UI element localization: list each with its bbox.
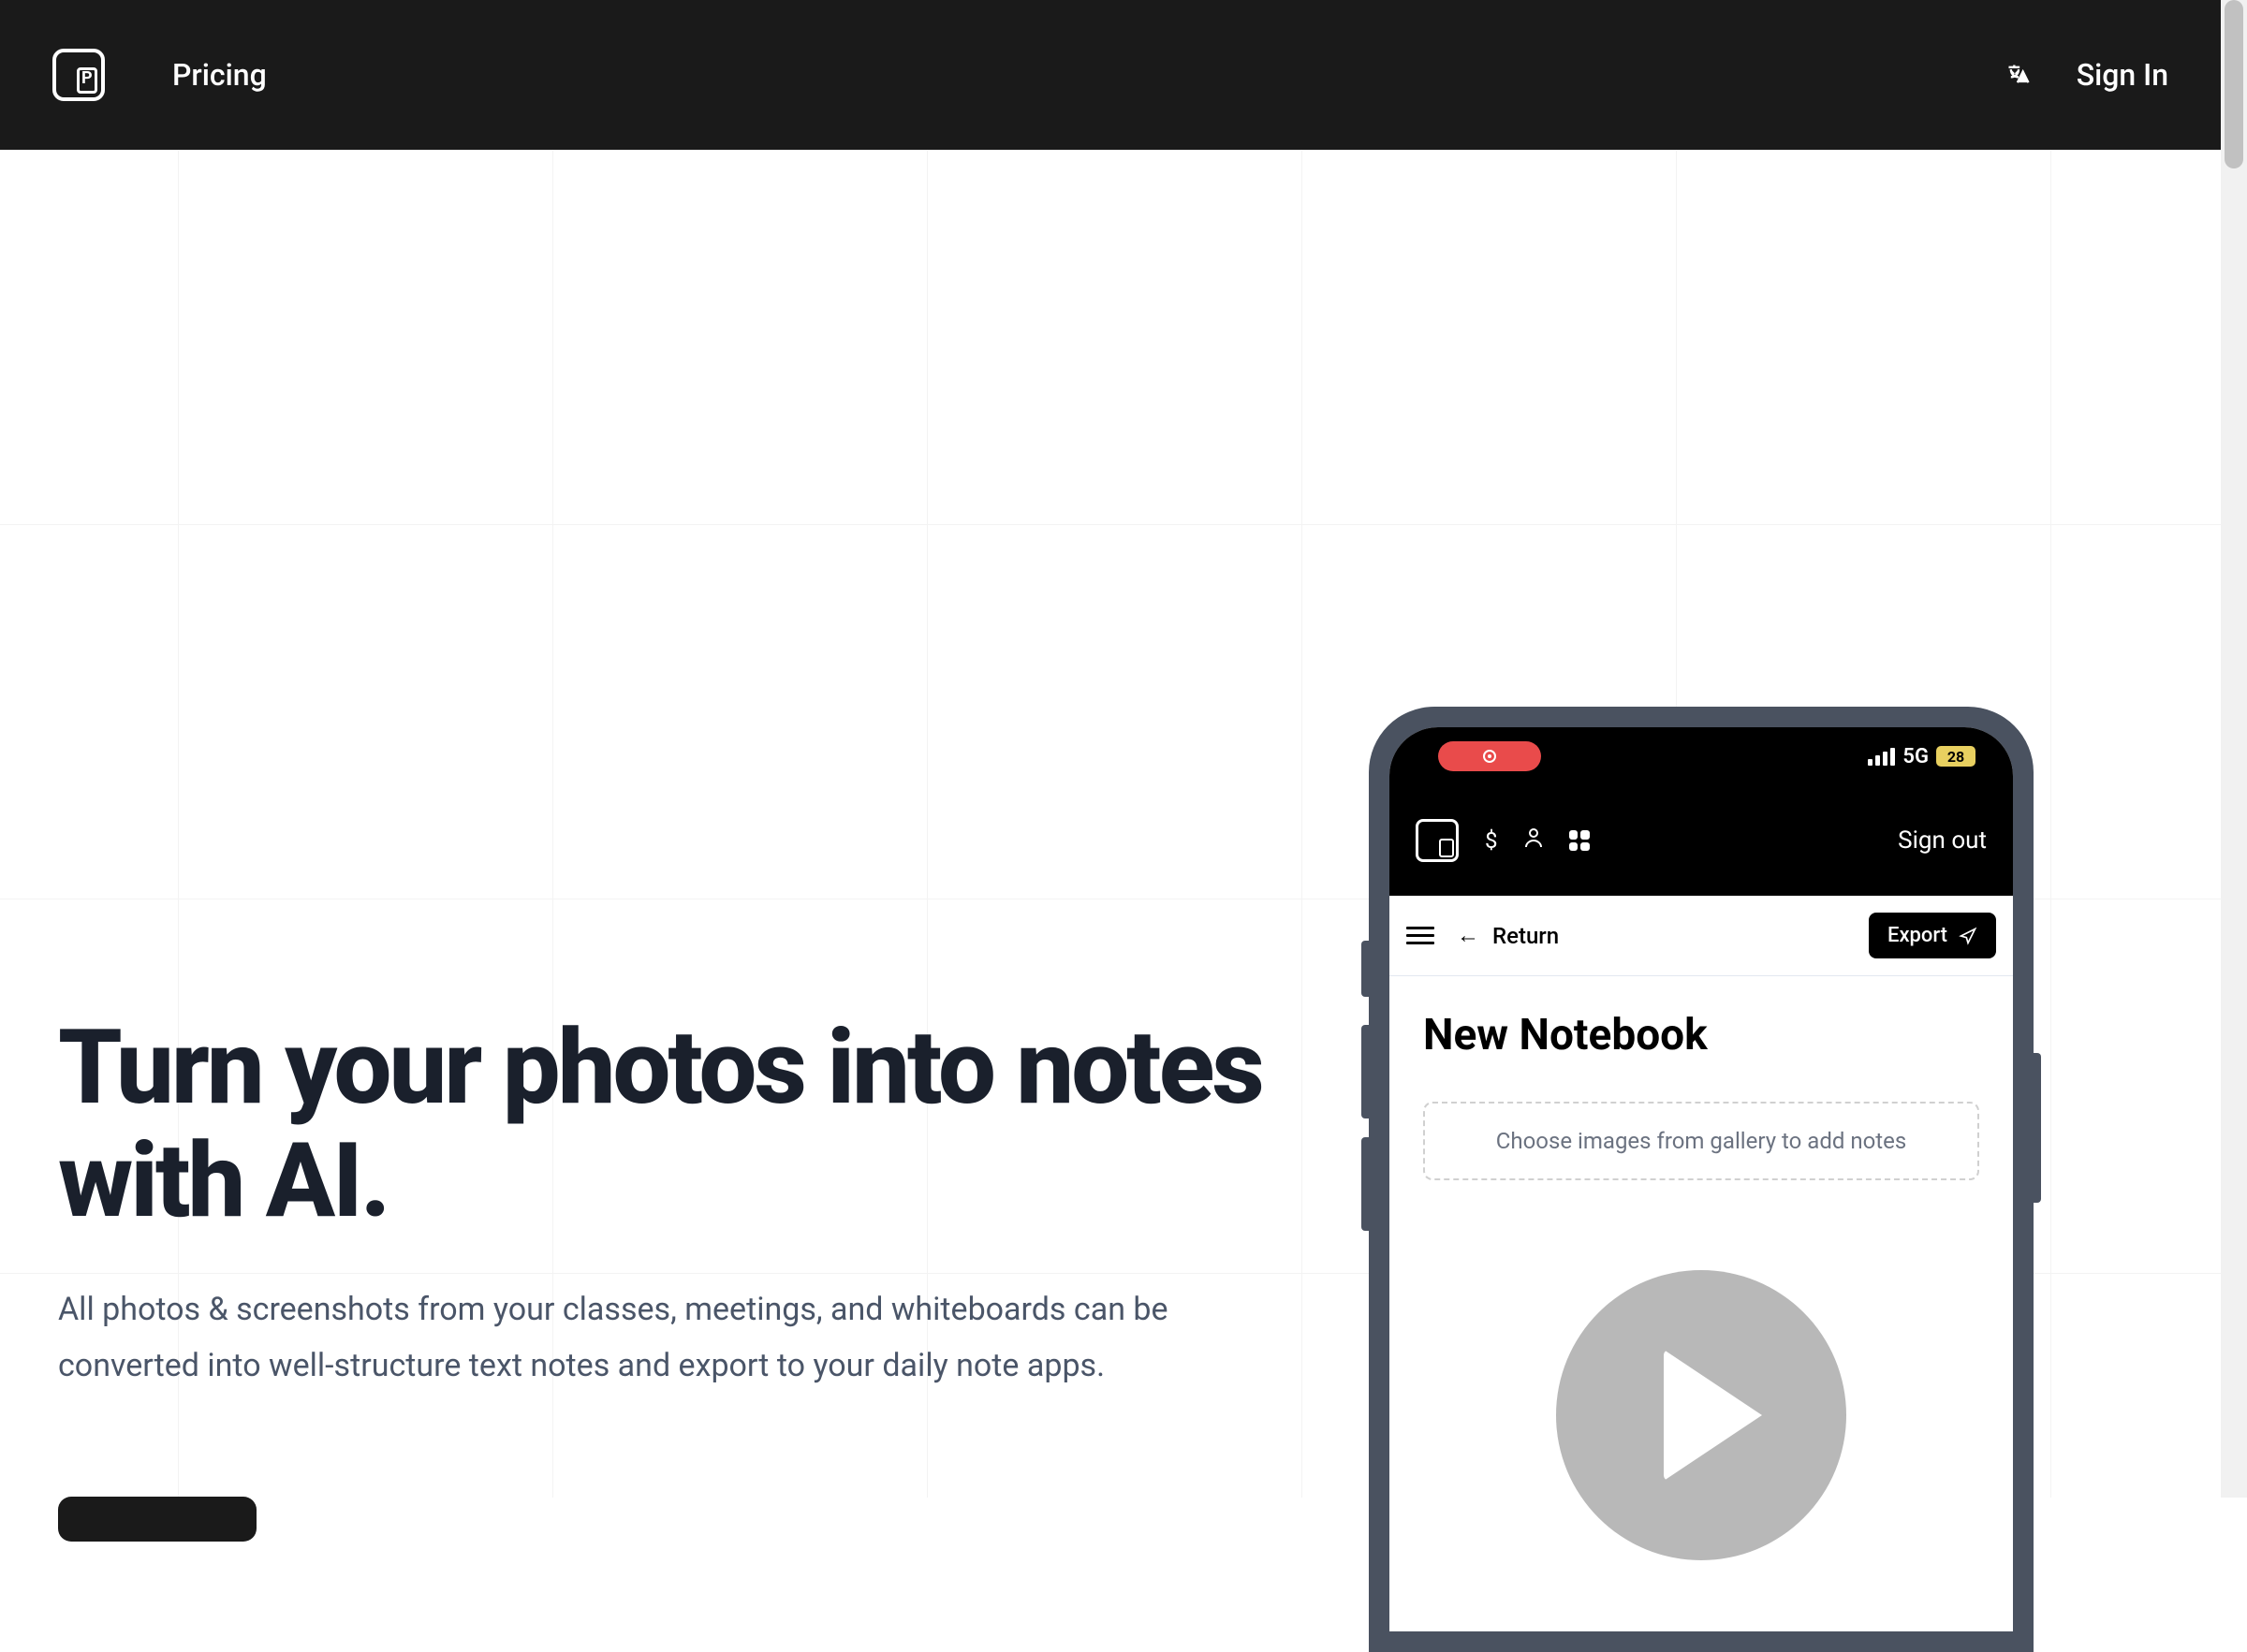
- play-icon: [1664, 1350, 1762, 1481]
- user-icon[interactable]: [1524, 827, 1543, 854]
- logo[interactable]: [52, 49, 105, 101]
- signal-icon: [1868, 748, 1895, 766]
- status-left: [1438, 741, 1541, 771]
- image-picker-label: Choose images from gallery to add notes: [1496, 1128, 1907, 1154]
- phone-mockup: 5G 28 $: [1369, 707, 2034, 1652]
- play-button[interactable]: [1556, 1270, 1846, 1560]
- send-icon: [1959, 927, 1977, 945]
- hero-content: Turn your photos into notes with AI. All…: [0, 150, 1358, 1498]
- main-header: Pricing Sign In: [0, 0, 2221, 150]
- record-icon: [1483, 750, 1496, 763]
- network-label: 5G: [1902, 745, 1929, 768]
- header-right: Sign In: [2005, 57, 2168, 93]
- status-right: 5G 28: [1868, 745, 1975, 768]
- phone-button-silent: [1361, 941, 1369, 997]
- return-label: Return: [1492, 923, 1559, 949]
- app-header-left: $: [1416, 819, 1590, 862]
- phone-frame: 5G 28 $: [1369, 707, 2034, 1652]
- phone-button-volume-down: [1361, 1137, 1369, 1231]
- hero-subtitle: All photos & screenshots from your class…: [58, 1282, 1294, 1394]
- signin-link[interactable]: Sign In: [2077, 57, 2168, 93]
- apps-grid-icon[interactable]: [1569, 830, 1590, 851]
- phone-button-power: [2034, 1053, 2041, 1203]
- signout-link[interactable]: Sign out: [1898, 826, 1987, 855]
- recording-indicator: [1438, 741, 1541, 771]
- app-header: $ Sign out: [1389, 785, 2013, 896]
- return-button[interactable]: ← Return: [1457, 922, 1559, 949]
- export-button[interactable]: Export: [1869, 913, 1996, 958]
- phone-screen: 5G 28 $: [1389, 727, 2013, 1631]
- pricing-link[interactable]: Pricing: [172, 57, 267, 93]
- dollar-icon[interactable]: $: [1485, 827, 1498, 854]
- app-toolbar: ← Return Export: [1389, 896, 2013, 976]
- header-left: Pricing: [52, 49, 267, 101]
- battery-icon: 28: [1936, 746, 1975, 767]
- arrow-left-icon: ←: [1457, 922, 1479, 949]
- battery-level: 28: [1947, 748, 1964, 766]
- menu-icon[interactable]: [1406, 927, 1434, 944]
- status-bar: 5G 28: [1389, 727, 2013, 785]
- hero-title: Turn your photos into notes with AI.: [58, 1011, 1358, 1237]
- phone-button-volume-up: [1361, 1025, 1369, 1118]
- vertical-scrollbar[interactable]: [2221, 0, 2247, 1498]
- cta-button[interactable]: [58, 1497, 257, 1542]
- scrollbar-thumb[interactable]: [2225, 0, 2243, 168]
- language-icon[interactable]: [2005, 62, 2032, 88]
- image-picker[interactable]: Choose images from gallery to add notes: [1423, 1102, 1979, 1180]
- app-logo[interactable]: [1416, 819, 1459, 862]
- hero-section: Turn your photos into notes with AI. All…: [0, 150, 2221, 1498]
- notebook-content: New Notebook Choose images from gallery …: [1389, 976, 2013, 1180]
- export-label: Export: [1887, 924, 1947, 947]
- notebook-title: New Notebook: [1423, 1010, 1979, 1060]
- toolbar-left: ← Return: [1406, 922, 1559, 949]
